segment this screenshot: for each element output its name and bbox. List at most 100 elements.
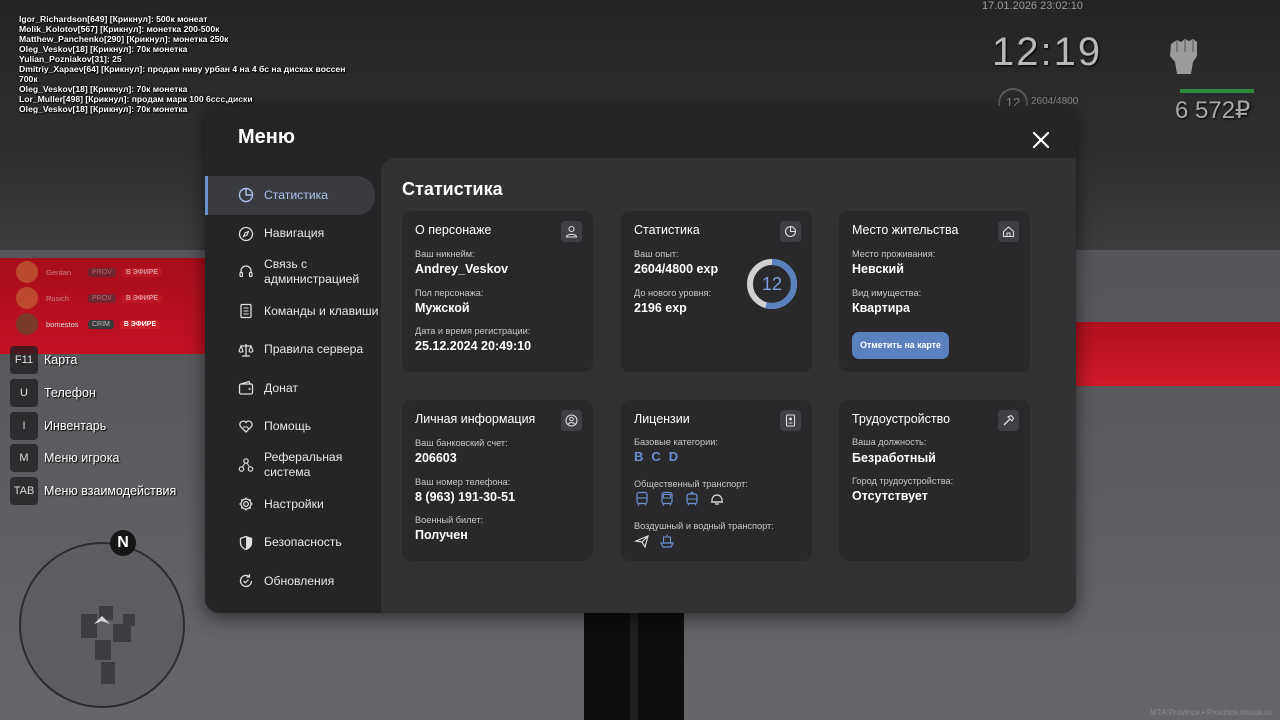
pie-chart-icon xyxy=(780,221,801,242)
card-title: О персонаже xyxy=(415,223,492,237)
mark-on-map-button[interactable]: Отметить на карте xyxy=(852,332,949,359)
nav-item-referral[interactable]: Реферальная система xyxy=(205,446,381,485)
air-water-transport-icons xyxy=(634,533,675,549)
shield-icon xyxy=(239,535,253,550)
bus-icon xyxy=(636,491,648,506)
nav-item-statistics[interactable]: Статистика xyxy=(205,176,375,215)
content-title: Статистика xyxy=(402,179,503,199)
document-icon xyxy=(240,303,252,319)
map-block xyxy=(113,624,131,642)
keybind-row: M Меню игрока xyxy=(10,442,176,475)
reg-value: 25.12.2024 20:49:10 xyxy=(415,339,532,353)
map-block xyxy=(123,614,135,626)
place-value: Невский xyxy=(852,262,904,276)
nav-item-rules[interactable]: Правила сервера xyxy=(205,330,381,369)
scales-icon xyxy=(238,343,254,357)
gender-label: Пол персонажа: xyxy=(415,288,484,298)
nav-label: Реферальная система xyxy=(264,450,343,480)
wallet-icon xyxy=(238,381,254,395)
minimap xyxy=(19,542,185,708)
id-card-icon xyxy=(780,410,801,431)
nick-value: Andrey_Veskov xyxy=(415,262,509,276)
bus-front-icon xyxy=(661,491,673,506)
keybind-label: Телефон xyxy=(44,386,96,401)
nav-item-settings[interactable]: Настройки xyxy=(205,485,381,524)
fist-icon xyxy=(1170,39,1197,74)
card-title: Трудоустройство xyxy=(852,412,951,426)
boat-icon xyxy=(660,534,674,548)
level-progress-ring: 12 xyxy=(747,259,797,309)
card-residence: Место жительства Место проживания: Невск… xyxy=(839,211,1030,372)
gender-value: Мужской xyxy=(415,301,470,315)
user-circle-icon xyxy=(561,410,582,431)
keybind-label: Карта xyxy=(44,353,78,368)
helmet-icon xyxy=(711,494,723,505)
key-cap: U xyxy=(10,379,38,408)
license-category: C xyxy=(651,449,661,464)
exp-label: Ваш опыт: xyxy=(634,249,679,259)
keybind-label: Инвентарь xyxy=(44,418,107,433)
key-cap: F11 xyxy=(10,346,38,375)
nav-item-navigation[interactable]: Навигация xyxy=(205,215,381,254)
work-city-value: Отсутствует xyxy=(852,489,928,503)
house-icon xyxy=(998,221,1019,242)
nav-item-help[interactable]: Помощь xyxy=(205,408,381,447)
card-statistics: Статистика Ваш опыт: 2604/4800 exp До но… xyxy=(621,211,812,372)
nav-label: Навигация xyxy=(264,226,325,241)
chat-line: Matthew_Panchenko[290] [Крикнул]: монетк… xyxy=(19,34,229,44)
chat-line: Oleg_Veskov[18] [Крикнул]: 70к монетка xyxy=(19,84,188,94)
tram-icon xyxy=(686,491,698,506)
health-bar xyxy=(1180,89,1254,93)
public-transport-label: Общественный транспорт: xyxy=(634,479,748,489)
nav-item-commands[interactable]: Команды и клавиши xyxy=(205,292,381,331)
pie-chart-icon xyxy=(238,188,254,203)
keybind-row: TAB Меню взаимодействия xyxy=(10,475,176,508)
streamer-tag: PROV xyxy=(88,293,116,303)
phone-value: 8 (963) 191-30-51 xyxy=(415,490,516,504)
nav-label: Статистика xyxy=(264,187,329,202)
nav-label: Донат xyxy=(264,380,298,395)
property-value: Квартира xyxy=(852,301,910,315)
nav-item-updates[interactable]: Обновления xyxy=(205,562,381,601)
chat-line: Molik_Kolotov[567] [Крикнул]: монетка 20… xyxy=(19,24,220,34)
key-cap: M xyxy=(10,444,38,473)
nav-label: Команды и клавиши xyxy=(264,303,379,318)
map-block xyxy=(101,662,115,684)
avatar xyxy=(16,261,38,283)
streamer-name: Gerdan xyxy=(46,267,72,277)
nav-item-security[interactable]: Безопасность xyxy=(205,523,381,562)
bank-label: Ваш банковский счет: xyxy=(415,438,508,448)
gear-icon xyxy=(239,497,253,511)
close-icon[interactable] xyxy=(1028,127,1054,153)
headset-icon xyxy=(239,265,253,278)
live-badge: В ЭФИРЕ xyxy=(119,319,161,329)
exp-value: 2604/4800 exp xyxy=(634,262,719,276)
avatar xyxy=(16,287,38,309)
user-icon xyxy=(561,221,582,242)
keybind-hints: F11 Карта U Телефон I Инвентарь M Меню и… xyxy=(10,344,176,507)
streamer-item[interactable]: Rusich PROV В ЭФИРЕ xyxy=(16,285,163,311)
refresh-icon xyxy=(239,574,253,588)
hammer-icon xyxy=(998,410,1019,431)
card-licenses: Лицензии Базовые категории: B C D Общест… xyxy=(621,400,812,561)
work-city-label: Город трудоустройства: xyxy=(852,476,954,486)
card-title: Статистика xyxy=(634,223,700,237)
card-character: О персонаже Ваш никнейм: Andrey_Veskov П… xyxy=(402,211,593,372)
air-water-transport-label: Воздушный и водный транспорт: xyxy=(634,521,774,531)
background-red-barrier-right xyxy=(1075,322,1280,386)
card-employment: Трудоустройство Ваша должность: Безработ… xyxy=(839,400,1030,561)
player-arrow-icon xyxy=(94,616,110,624)
chat-line: Yulian_Pozniakov[31]: 25 xyxy=(19,54,122,64)
military-label: Военный билет: xyxy=(415,515,484,525)
hud-clock: 12:19 xyxy=(992,30,1103,74)
nav-item-donate[interactable]: Донат xyxy=(205,369,381,408)
hud-money: 6 572₽ xyxy=(1175,97,1251,124)
streamer-item[interactable]: bomestos CRIM В ЭФИРЕ xyxy=(16,311,162,337)
streamer-name: Rusich xyxy=(46,293,69,303)
phone-label: Ваш номер телефона: xyxy=(415,477,511,487)
nav-item-admin-contact[interactable]: Связь с администрацией xyxy=(205,253,381,292)
watermark: MTA:Province • Province.mtasa.ru xyxy=(1150,708,1272,717)
reg-label: Дата и время регистрации: xyxy=(415,326,531,336)
keybind-row: I Инвентарь xyxy=(10,409,176,442)
streamer-item[interactable]: Gerdan PROV В ЭФИРЕ xyxy=(16,259,163,285)
